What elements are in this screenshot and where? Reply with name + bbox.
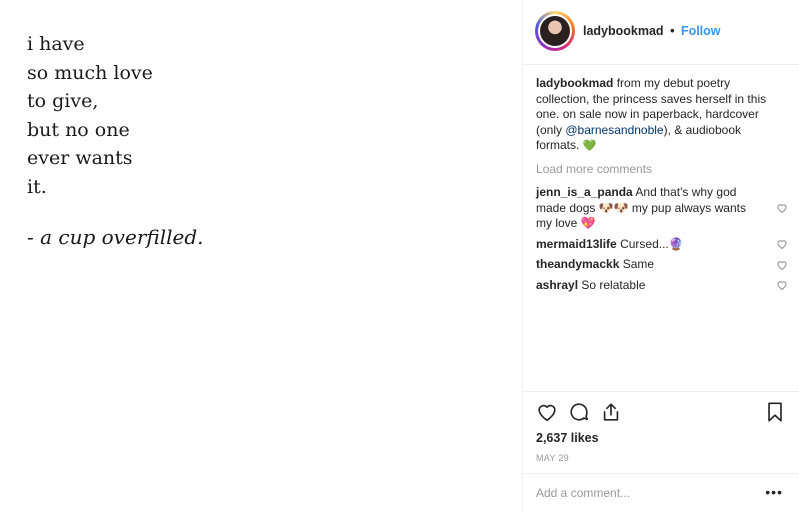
- poem-line: i have: [27, 33, 85, 55]
- poem-text: i have so much love to give, but no one …: [27, 30, 204, 252]
- avatar-photo: [540, 16, 570, 46]
- caption-username[interactable]: ladybookmad: [536, 76, 613, 90]
- header-separator: •: [670, 24, 675, 38]
- comment-username[interactable]: theandymackk: [536, 257, 619, 271]
- comment-text: So relatable: [581, 277, 646, 292]
- follow-button[interactable]: Follow: [681, 24, 721, 38]
- bookmark-icon[interactable]: [764, 401, 786, 423]
- post-header: ladybookmad • Follow: [523, 0, 799, 65]
- comment-text: Cursed...🔮: [620, 236, 684, 251]
- comment-like-icon[interactable]: [776, 259, 788, 271]
- avatar-frame: [538, 14, 572, 48]
- comment-username[interactable]: mermaid13life: [536, 237, 617, 251]
- comments-list: ladybookmad from my debut poetry collect…: [536, 76, 788, 298]
- comment-username[interactable]: ashrayl: [536, 278, 578, 292]
- comment-item: jenn_is_a_panda And that's why god made …: [536, 185, 788, 232]
- poem-line: so much love: [27, 61, 153, 84]
- action-icons-row: [536, 401, 786, 425]
- post-date[interactable]: MAY 29: [536, 453, 569, 463]
- poem-line: but no one: [27, 118, 130, 141]
- header-user-line: ladybookmad • Follow: [583, 24, 721, 38]
- comment-text: Same: [622, 257, 655, 271]
- green-heart-emoji: 💚: [582, 139, 597, 152]
- comment-item: theandymackk Same: [536, 257, 788, 273]
- load-more-comments-button[interactable]: Load more comments: [536, 162, 786, 178]
- comment-like-icon[interactable]: [776, 238, 788, 250]
- add-comment-bar: Add a comment... •••: [523, 473, 799, 513]
- heart-icon[interactable]: [536, 401, 558, 423]
- comment-item: ashrayl So relatable: [536, 277, 788, 294]
- poem-signature: - a cup overfilled.: [27, 225, 204, 249]
- post-side-panel: ladybookmad • Follow ladybookmad from my…: [523, 0, 799, 512]
- post-caption: ladybookmad from my debut poetry collect…: [536, 76, 786, 154]
- poem-line: it.: [27, 175, 47, 198]
- more-options-icon[interactable]: •••: [765, 484, 783, 500]
- comment-like-icon[interactable]: [776, 279, 788, 291]
- share-icon[interactable]: [600, 401, 622, 423]
- comment-item: mermaid13life Cursed...🔮: [536, 236, 788, 253]
- poem-line: to give,: [27, 90, 99, 112]
- add-comment-input[interactable]: Add a comment...: [536, 486, 630, 500]
- poem-line: ever wants: [27, 147, 133, 169]
- avatar[interactable]: [535, 11, 575, 51]
- post-actions-section: 2,637 likes MAY 29 Add a comment... •••: [523, 391, 799, 512]
- post-image[interactable]: i have so much love to give, but no one …: [0, 0, 522, 512]
- comment-like-icon[interactable]: [776, 202, 788, 214]
- likes-count[interactable]: 2,637 likes: [536, 431, 599, 445]
- caption-mention-link[interactable]: @barnesandnoble: [565, 123, 663, 137]
- comment-username[interactable]: jenn_is_a_panda: [536, 185, 633, 199]
- header-username[interactable]: ladybookmad: [583, 24, 664, 38]
- comment-icon[interactable]: [568, 401, 590, 423]
